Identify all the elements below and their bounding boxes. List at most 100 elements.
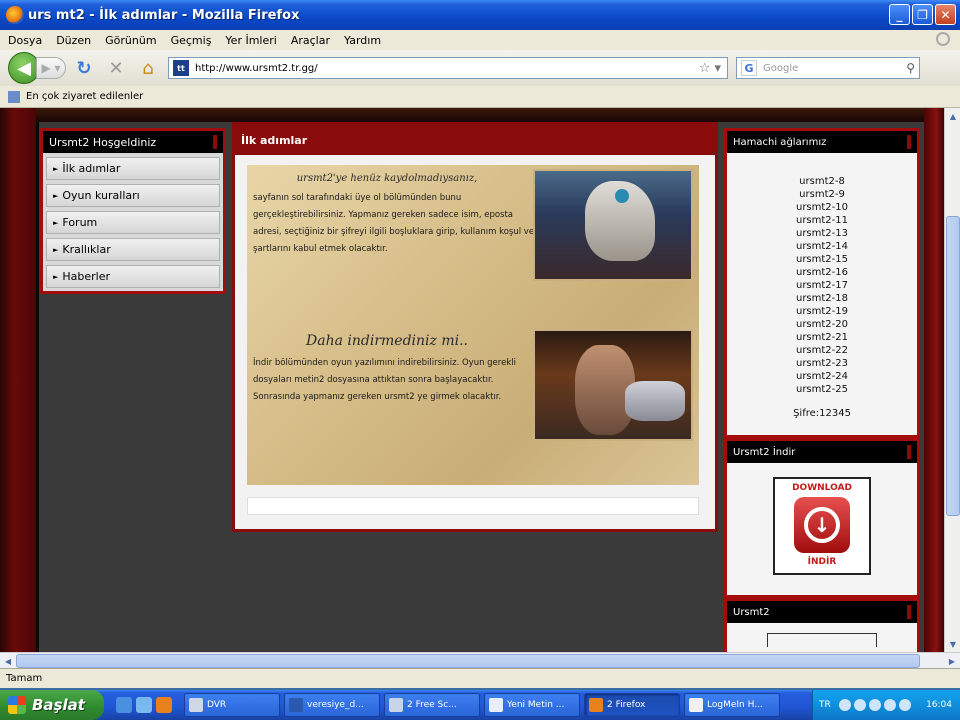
task-notepad[interactable]: Yeni Metin ...	[484, 693, 580, 717]
activity-throbber-icon	[936, 32, 950, 46]
page-divider	[36, 122, 39, 652]
firefox-launch-icon[interactable]	[156, 697, 172, 713]
address-bar[interactable]: tt http://www.ursmt2.tr.gg/ ☆ ▾	[168, 57, 728, 79]
desktop-icon[interactable]	[136, 697, 152, 713]
volume-icon[interactable]	[853, 699, 866, 711]
download-label: DOWNLOAD	[792, 483, 852, 493]
menu-file[interactable]: Dosya	[8, 34, 42, 47]
reload-button[interactable]: ↻	[70, 54, 98, 82]
update-icon[interactable]	[898, 699, 911, 711]
bookmarks-toolbar: En çok ziyaret edilenler	[0, 86, 960, 108]
menu-history[interactable]: Geçmiş	[171, 34, 212, 47]
horizontal-scroll-thumb[interactable]	[16, 654, 920, 668]
ie-icon[interactable]	[116, 697, 132, 713]
network-icon[interactable]	[838, 699, 851, 711]
vertical-scroll-thumb[interactable]	[946, 216, 960, 516]
panel-title: İlk adımlar	[235, 125, 715, 155]
home-button[interactable]: ⌂	[134, 54, 162, 82]
dvr-icon	[189, 698, 203, 712]
menu-link-game-rules[interactable]: ► Oyun kuralları	[46, 184, 220, 207]
bookmark-folder-icon	[8, 90, 20, 103]
vertical-scrollbar[interactable]: ▲ ▼	[944, 108, 960, 652]
first-steps-panel: İlk adımlar ursmt2'ye henüz kaydolmadıys…	[232, 122, 718, 532]
download-box: Ursmt2 İndir DOWNLOAD ↓ İNDİR	[724, 438, 920, 598]
download-box-title: Ursmt2 İndir	[727, 441, 917, 463]
bookmark-most-visited[interactable]: En çok ziyaret edilenler	[26, 91, 143, 102]
signup-section: ursmt2'ye henüz kaydolmadıysanız, sayfan…	[247, 165, 699, 315]
search-icon[interactable]: ⚲	[906, 61, 915, 75]
scroll-left-icon[interactable]: ◀	[1, 654, 15, 668]
task-dvr[interactable]: DVR	[184, 693, 280, 717]
list-item: ursmt2-21	[795, 332, 849, 343]
menu-tools[interactable]: Araçlar	[291, 34, 330, 47]
window-controls: _ ❐ ✕	[889, 4, 956, 25]
page-right-border	[924, 108, 944, 652]
clock[interactable]: 16:04	[926, 700, 952, 710]
task-free-screen[interactable]: 2 Free Sc...	[384, 693, 480, 717]
task-label: 2 Firefox	[607, 700, 646, 710]
list-item: ursmt2-20	[795, 319, 849, 330]
scroll-down-icon[interactable]: ▼	[946, 637, 960, 651]
start-button[interactable]: Başlat	[0, 690, 104, 720]
task-label: veresiye_d...	[307, 700, 364, 710]
minimize-button[interactable]: _	[889, 4, 910, 25]
url-text: http://www.ursmt2.tr.gg/	[195, 62, 318, 74]
bullet-icon: ►	[53, 164, 59, 173]
page-header-strip	[0, 108, 944, 122]
menu-bookmarks[interactable]: Yer İmleri	[225, 34, 276, 47]
parchment-content: ursmt2'ye henüz kaydolmadıysanız, sayfan…	[247, 165, 699, 485]
download-heading: Daha indirmediniz mi..	[306, 333, 468, 349]
scroll-right-icon[interactable]: ▶	[945, 654, 959, 668]
list-item: ursmt2-24	[795, 371, 849, 382]
status-bar: Tamam	[0, 668, 960, 688]
stop-button[interactable]: ✕	[102, 54, 130, 82]
tray-icons	[838, 699, 911, 711]
menu-link-forum[interactable]: ► Forum	[46, 211, 220, 234]
language-indicator[interactable]: TR	[819, 700, 831, 710]
menu-link-news[interactable]: ► Haberler	[46, 265, 220, 288]
ursmt2-box-image	[767, 633, 877, 647]
start-label: Başlat	[32, 696, 85, 714]
menu-link-label: Haberler	[62, 270, 111, 283]
menu-link-label: İlk adımlar	[62, 162, 121, 175]
dragon-image	[533, 169, 693, 281]
task-veresiye[interactable]: veresiye_d...	[284, 693, 380, 717]
download-section: Daha indirmediniz mi.. İndir bölümünden …	[247, 325, 699, 485]
task-firefox[interactable]: 2 Firefox	[584, 693, 680, 717]
recorder-icon	[389, 698, 403, 712]
firefox-task-icon	[589, 698, 603, 712]
hamachi-network-list: ursmt2-8 ursmt2-9 ursmt2-10 ursmt2-11 ur…	[727, 153, 917, 396]
download-button[interactable]: DOWNLOAD ↓ İNDİR	[773, 477, 871, 575]
menu-view[interactable]: Görünüm	[105, 34, 156, 47]
download-label-tr: İNDİR	[807, 557, 837, 567]
word-icon	[289, 698, 303, 712]
signup-text: sayfanın sol tarafındaki üye ol bölümünd…	[253, 193, 535, 254]
bookmark-star-icon[interactable]: ☆ ▾	[699, 61, 721, 76]
scroll-up-icon[interactable]: ▲	[946, 109, 960, 123]
forward-button[interactable]: ▶ ▾	[36, 57, 66, 79]
menu-edit[interactable]: Düzen	[56, 34, 91, 47]
task-logmein[interactable]: LogMeIn H...	[684, 693, 780, 717]
menu-link-label: Forum	[62, 216, 98, 229]
list-item: ursmt2-8	[799, 176, 845, 187]
list-item: ursmt2-16	[795, 267, 849, 278]
list-item: ursmt2-11	[795, 215, 849, 226]
list-item: ursmt2-25	[795, 384, 849, 395]
menu-help[interactable]: Yardım	[344, 34, 381, 47]
menu-link-first-steps[interactable]: ► İlk adımlar	[46, 157, 220, 180]
hamachi-password: Şifre:12345	[793, 408, 851, 419]
horizontal-scrollbar[interactable]: ◀ ▶	[0, 652, 960, 668]
messenger-icon[interactable]	[883, 699, 896, 711]
search-engine-icon[interactable]: G	[741, 60, 757, 76]
menu-link-kingdoms[interactable]: ► Krallıklar	[46, 238, 220, 261]
search-bar[interactable]: G Google ⚲	[736, 57, 920, 79]
restore-button[interactable]: ❐	[912, 4, 933, 25]
notepad-icon	[489, 698, 503, 712]
security-icon[interactable]	[868, 699, 881, 711]
close-button[interactable]: ✕	[935, 4, 956, 25]
bullet-icon: ►	[53, 218, 59, 227]
window-titlebar[interactable]: urs mt2 - İlk adımlar - Mozilla Firefox …	[0, 0, 960, 30]
task-label: LogMeIn H...	[707, 700, 763, 710]
list-item: ursmt2-22	[795, 345, 849, 356]
task-label: DVR	[207, 700, 227, 710]
